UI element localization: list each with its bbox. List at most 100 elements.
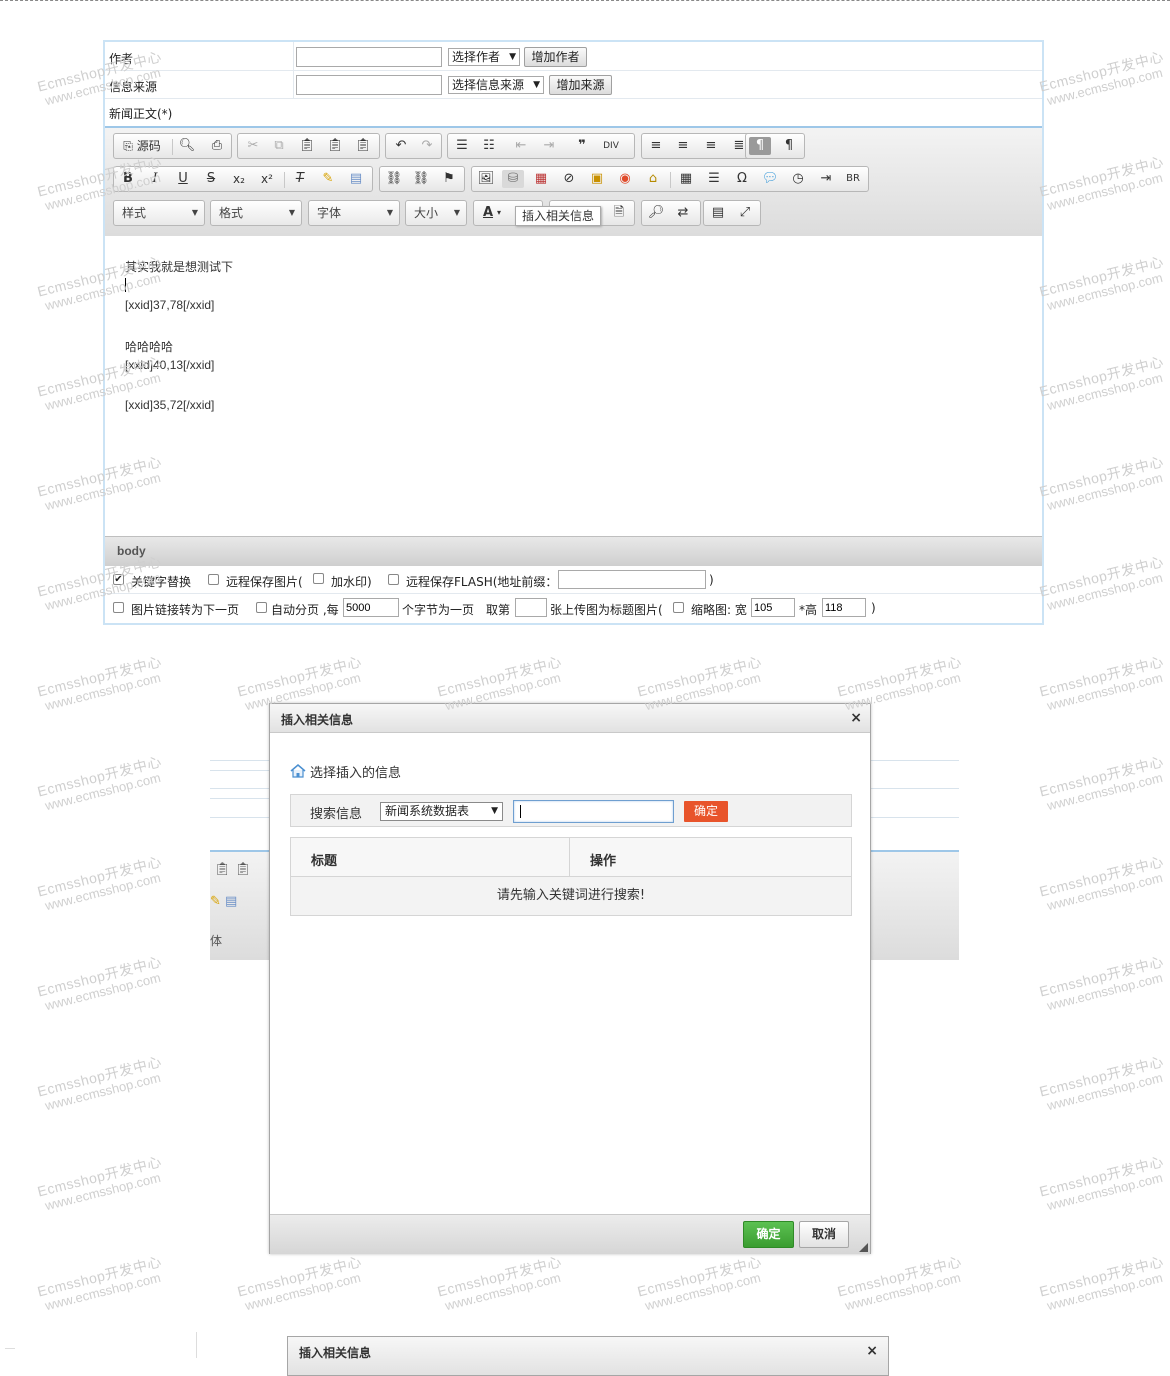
resize-handle-icon[interactable]	[859, 1243, 868, 1252]
bold-icon[interactable]: B	[117, 170, 139, 188]
align-right-icon[interactable]: ≡	[700, 137, 722, 155]
font-combo[interactable]: 字体 ▼	[308, 200, 400, 226]
redo-icon[interactable]: ↷	[416, 137, 438, 155]
cut-icon[interactable]: ✂	[242, 137, 264, 155]
ghost-line	[210, 798, 270, 799]
source-select[interactable]: 选择信息来源 ▼	[448, 76, 544, 94]
paste-word-icon[interactable]: 📋︎	[352, 137, 374, 155]
copy-formatting-icon: ✎ ▤	[210, 894, 238, 909]
take-nth-input[interactable]	[515, 598, 547, 617]
remote-save-flash-checkbox[interactable]	[388, 574, 399, 585]
toolbar-group-undo: ↶ ↷	[385, 133, 442, 159]
clock-icon[interactable]: ◷	[787, 170, 809, 188]
format-combo[interactable]: 格式 ▼	[210, 200, 302, 226]
author-select[interactable]: 选择作者 ▼	[448, 48, 520, 66]
unlink-icon[interactable]: ⛓	[410, 170, 432, 188]
auto-page-bytes-input[interactable]	[343, 598, 399, 617]
img-link-next-checkbox[interactable]	[113, 602, 124, 613]
maximize-icon[interactable]: ⤢	[734, 204, 756, 222]
watermark: Ecmsshop开发中心 www.ecmsshop.com	[35, 1053, 164, 1114]
remove-format-icon[interactable]: T̶	[289, 170, 311, 188]
element-path-body[interactable]: body	[117, 544, 146, 558]
close-icon[interactable]: ×	[866, 1343, 878, 1359]
superscript-icon[interactable]: x²	[256, 170, 278, 188]
dialog-titlebar[interactable]: 插入相关信息 ×	[270, 704, 870, 733]
watermark: Ecmsshop开发中心 www.ecmsshop.com	[1037, 353, 1166, 414]
chevron-down-icon[interactable]: ▾	[494, 204, 504, 222]
blockquote-icon[interactable]: ❞	[571, 137, 593, 155]
replace-icon[interactable]: ⇄	[672, 204, 694, 222]
image-icon[interactable]: 🖼︎	[475, 170, 497, 188]
thumb-checkbox[interactable]	[673, 602, 684, 613]
add-source-button[interactable]: 增加来源	[549, 75, 612, 95]
cell-divider	[293, 42, 294, 70]
thumb-width-input[interactable]	[751, 598, 795, 617]
align-center-icon[interactable]: ≡	[672, 137, 694, 155]
add-author-button[interactable]: 增加作者	[524, 47, 587, 67]
horizontal-rule-icon[interactable]: ☰	[703, 170, 725, 188]
outdent-icon[interactable]: ⇤	[510, 137, 532, 155]
indent-icon[interactable]: ⇥	[538, 137, 560, 155]
find-icon[interactable]: 🔎︎	[645, 204, 667, 222]
style-combo[interactable]: 样式 ▼	[113, 200, 205, 226]
ok-button[interactable]: 确定	[743, 1221, 794, 1248]
author-input[interactable]	[296, 47, 442, 67]
keyword-replace-checkbox[interactable]: ✔	[113, 574, 124, 585]
editor-content-area[interactable]: 其实我就是想测试下 [xxid]37,78[/xxid] 哈哈哈哈 [xxid]…	[105, 236, 1042, 536]
div-container-icon[interactable]: DIV	[600, 137, 622, 155]
source-button-label: 源码	[136, 139, 161, 153]
insert-related-info-icon[interactable]: ⛁	[502, 170, 524, 188]
align-left-icon[interactable]: ≡	[645, 137, 667, 155]
italic-icon[interactable]: I	[144, 170, 166, 188]
music-icon[interactable]: ◉	[614, 170, 636, 188]
pagination-icon[interactable]: BR	[842, 170, 864, 188]
strikethrough-icon[interactable]: S	[200, 170, 222, 188]
special-char-icon[interactable]: Ω	[731, 170, 753, 188]
as-title-img-label: 张上传图为标题图片(	[550, 603, 663, 617]
flash-prefix-input[interactable]	[558, 570, 706, 589]
copy-icon[interactable]: ⧉	[268, 137, 290, 155]
flash-icon[interactable]: ▦	[530, 170, 552, 188]
template-icon[interactable]: ▤	[345, 170, 367, 188]
print-icon[interactable]: ⎙	[206, 137, 228, 155]
document-icon[interactable]: 🗎︎	[608, 204, 630, 222]
paste-icon[interactable]: 📋︎	[296, 137, 318, 155]
show-blocks-icon[interactable]: ▤	[707, 204, 729, 222]
search-input[interactable]	[513, 800, 674, 823]
auto-page-checkbox[interactable]	[256, 602, 267, 613]
iframe-icon[interactable]: ▣	[586, 170, 608, 188]
paste-text-icon[interactable]: 📋︎	[324, 137, 346, 155]
table-icon[interactable]: ▦	[675, 170, 697, 188]
cancel-button[interactable]: 取消	[799, 1221, 849, 1248]
attachment-icon[interactable]: ⌂	[642, 170, 664, 188]
underline-icon[interactable]: U	[172, 170, 194, 188]
watermark: Ecmsshop开发中心 www.ecmsshop.com	[35, 753, 164, 814]
ghost-line	[871, 760, 959, 761]
text-direction-ltr-icon[interactable]: ¶	[749, 137, 771, 155]
source-input[interactable]	[296, 75, 442, 95]
subscript-icon[interactable]: x₂	[228, 170, 250, 188]
preview-icon[interactable]: 🔍︎	[176, 137, 198, 155]
toolbar-separator	[284, 172, 285, 188]
page-break-icon[interactable]: ⇥	[815, 170, 837, 188]
watermark-checkbox[interactable]	[313, 573, 324, 584]
smiley-icon[interactable]: 💬︎	[759, 170, 781, 188]
bulleted-list-icon[interactable]: ☷	[478, 137, 500, 155]
watermark: Ecmsshop开发中心 www.ecmsshop.com	[1037, 1253, 1166, 1314]
close-icon[interactable]: ×	[850, 710, 862, 726]
source-button[interactable]: ⎘ 源码	[117, 137, 167, 155]
thumb-height-input[interactable]	[822, 598, 866, 617]
dropdown-arrow-icon: ▼	[491, 806, 498, 816]
text-direction-rtl-icon[interactable]: ¶	[778, 137, 800, 155]
link-icon[interactable]: ⛓	[383, 170, 405, 188]
media-icon[interactable]: ⊘	[558, 170, 580, 188]
undo-icon[interactable]: ↶	[390, 137, 412, 155]
remote-save-img-checkbox[interactable]	[208, 574, 219, 585]
search-confirm-button[interactable]: 确定	[684, 801, 728, 822]
copy-formatting-icon[interactable]: ✎	[317, 170, 339, 188]
watermark-label: 加水印)	[331, 575, 372, 589]
numbered-list-icon[interactable]: ☰	[451, 137, 473, 155]
anchor-icon[interactable]: ⚑	[438, 170, 460, 188]
search-table-select[interactable]: 新闻系统数据表 ▼	[380, 802, 503, 821]
size-combo[interactable]: 大小 ▼	[405, 200, 467, 226]
